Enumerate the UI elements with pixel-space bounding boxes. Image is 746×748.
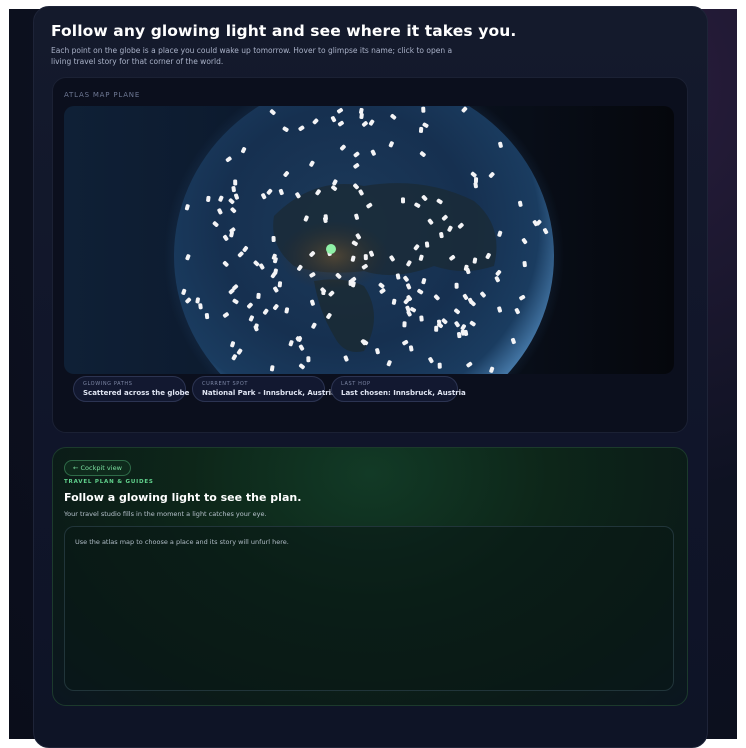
cockpit-view-button[interactable]: ← Cockpit view [64,460,131,476]
globe-canvas[interactable] [64,106,674,374]
glowing-light-marker[interactable] [306,356,311,363]
chip-key: CURRENT SPOT [202,381,249,387]
glowing-light-marker[interactable] [348,279,353,286]
glowing-light-marker[interactable] [418,126,424,133]
glowing-light-marker[interactable] [473,177,479,184]
glowing-light-marker[interactable] [434,325,439,332]
plan-subtitle: Your travel studio fills in the moment a… [64,510,267,518]
glowing-light-marker[interactable] [204,313,210,320]
chip-value: National Park - Innsbruck, Austria [202,389,336,397]
glowing-light-marker[interactable] [363,254,368,261]
glowing-light-marker[interactable] [321,288,326,296]
chip-key: GLOWING PATHS [83,381,133,387]
chip-glowing-paths: GLOWING PATHS Scattered across the globe [73,376,190,402]
page-subtitle: Each point on the globe is a place you c… [51,46,453,66]
glowing-light-marker[interactable] [402,321,407,328]
glowing-light-marker[interactable] [233,179,238,186]
glowing-light-marker[interactable] [419,315,424,322]
glowing-light-marker[interactable] [277,281,283,288]
globe-map[interactable] [64,106,674,374]
glowing-light-marker[interactable] [437,362,442,369]
selected-light[interactable] [326,244,336,254]
glowing-light-marker[interactable] [421,106,426,113]
glowing-light-marker[interactable] [271,235,276,243]
glowing-light-marker[interactable] [323,214,328,221]
glowing-light-marker[interactable] [400,197,406,204]
glowing-light-marker[interactable] [256,292,261,299]
page-title: Follow any glowing light and see where i… [51,22,517,40]
atlas-label: ATLAS MAP PLANE [64,91,141,99]
chip-current-spot: CURRENT SPOT National Park - Innsbruck, … [192,376,336,402]
chip-key: LAST HOP [341,381,371,387]
chip-value: Scattered across the globe [83,389,190,397]
plan-story-area: Use the atlas map to choose a place and … [64,526,674,691]
plan-title: Follow a glowing light to see the plan. [64,491,302,504]
glowing-light-marker[interactable] [522,261,527,268]
chip-value: Last chosen: Innsbruck, Austria [341,389,466,397]
chip-last-hop: LAST HOP Last chosen: Innsbruck, Austria [331,376,466,402]
plan-kicker: TRAVEL PLAN & GUIDES [64,479,154,485]
glowing-light-marker[interactable] [454,282,459,289]
